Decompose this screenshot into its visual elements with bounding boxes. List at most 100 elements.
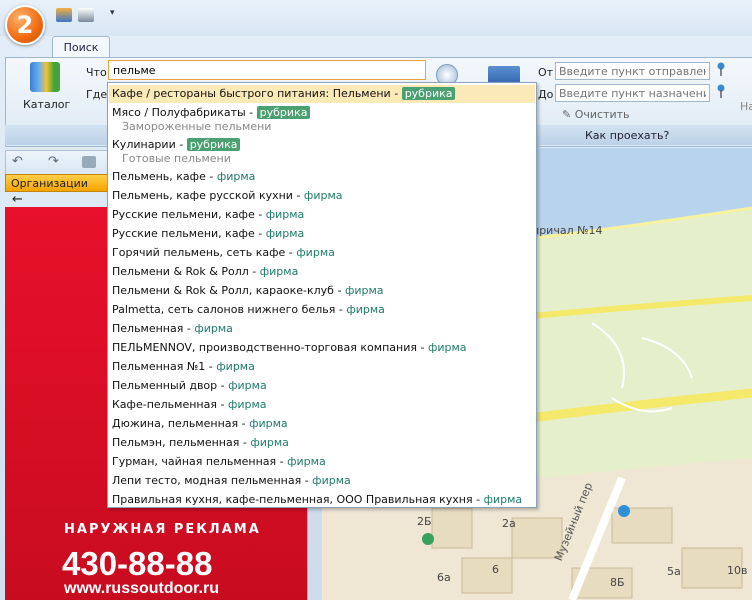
suggestion-subitem[interactable]: Замороженные пельмени xyxy=(122,120,271,134)
map-poi-icon[interactable] xyxy=(422,533,434,545)
suggestion-text: Лепи тесто, модная пельменная xyxy=(112,474,302,487)
suggestion-text: Пельмень, кафе русской кухни xyxy=(112,189,293,202)
suggestion-separator: - xyxy=(239,436,251,449)
tab-search[interactable]: Поиск xyxy=(52,36,110,59)
banner-heading: НАРУЖНАЯ РЕКЛАМА xyxy=(64,522,261,537)
suggestion-text: Правильная кухня, кафе-пельменная, ООО П… xyxy=(112,493,473,506)
suggestion-item[interactable]: Кафе-пельменная - фирма xyxy=(112,396,267,414)
to-label: До xyxy=(538,88,554,101)
suggestion-kind: фирма xyxy=(250,436,289,449)
print-icon[interactable] xyxy=(78,8,94,22)
suggestion-separator: - xyxy=(248,265,260,278)
organizations-tab[interactable]: Организации xyxy=(5,174,120,192)
suggestion-item[interactable]: Кафе / рестораны быстрого питания: Пельм… xyxy=(109,85,535,103)
forward-icon[interactable]: ↷ xyxy=(48,154,59,169)
suggestion-kind: фирма xyxy=(228,379,267,392)
banner-url: www.russoutdoor.ru xyxy=(64,580,219,597)
suggestion-item[interactable]: Дюжина, пельменная - фирма xyxy=(112,415,288,433)
suggestion-kind: фирма xyxy=(216,360,255,373)
suggestion-item[interactable]: Русские пельмени, кафе - фирма xyxy=(112,225,304,243)
map-label: 6 xyxy=(492,563,499,576)
clear-route-button[interactable]: ✎ Очистить xyxy=(562,108,630,121)
suggestion-item[interactable]: Пельмэн, пельменная - фирма xyxy=(112,434,289,452)
suggestion-text: Пельменный двор xyxy=(112,379,218,392)
pin-icon[interactable] xyxy=(716,62,726,76)
suggestion-item[interactable]: Пельмень, кафе - фирма xyxy=(112,168,255,186)
suggestion-kind: фирма xyxy=(346,303,385,316)
clear-route-label: Очистить xyxy=(574,108,630,121)
suggestion-dropdown: Кафе / рестораны быстрого питания: Пельм… xyxy=(107,82,537,508)
suggestion-text: Кафе / рестораны быстрого питания: Пельм… xyxy=(112,87,391,100)
suggestion-item[interactable]: Пельменный двор - фирма xyxy=(112,377,267,395)
search-what-input[interactable] xyxy=(108,60,426,80)
suggestion-subitem[interactable]: Готовые пельмени xyxy=(122,152,231,166)
suggestion-separator: - xyxy=(285,246,297,259)
suggestion-kind: фирма xyxy=(344,284,384,297)
suggestion-separator: - xyxy=(238,417,250,430)
pin-icon[interactable] xyxy=(716,84,726,98)
suggestion-separator: - xyxy=(333,284,345,297)
map-poi-icon[interactable] xyxy=(618,505,630,517)
what-label: Что xyxy=(86,66,107,79)
suggestion-item[interactable]: Пельмени & Rok & Ролл, караоке-клуб - фи… xyxy=(112,282,384,300)
clear-icon: ✎ xyxy=(562,108,575,121)
suggestion-text: Гурман, чайная пельменная xyxy=(112,455,277,468)
home-icon[interactable] xyxy=(56,8,72,22)
suggestion-text: Дюжина, пельменная xyxy=(112,417,239,430)
banner-phone: 430-88-88 xyxy=(62,545,213,582)
suggestion-separator: - xyxy=(335,303,347,316)
suggestion-item[interactable]: Правильная кухня, кафе-пельменная, ООО П… xyxy=(112,491,522,509)
suggestion-item[interactable]: ПЕЛЬМЕNNOV, производственно-торговая ком… xyxy=(112,339,467,357)
suggestion-kind: фирма xyxy=(483,493,523,506)
map-label: 6а xyxy=(437,571,451,584)
suggestion-kind: фирма xyxy=(227,398,267,411)
map-label: 5а xyxy=(667,565,681,578)
suggestion-text: Горячий пельмень, сеть кафе xyxy=(112,246,286,259)
qat-dropdown-icon[interactable]: ▾ xyxy=(110,8,115,18)
suggestion-separator: - xyxy=(416,341,428,354)
suggestion-kind: фирма xyxy=(265,208,305,221)
suggestion-kind: фирма xyxy=(194,322,233,335)
map-label: 8Б xyxy=(610,576,625,589)
suggestion-kind: фирма xyxy=(216,170,256,183)
suggestion-text: Пельмень, кафе xyxy=(112,170,206,183)
suggestion-kind: фирма xyxy=(303,189,343,202)
toolbar-icon[interactable] xyxy=(82,156,96,168)
route-to-input[interactable] xyxy=(555,84,710,102)
app-logo[interactable]: 2 xyxy=(5,5,45,45)
route-from-input[interactable] xyxy=(555,62,710,80)
suggestion-kind: рубрика xyxy=(401,87,456,100)
suggestion-item[interactable]: Пельмени & Rok & Ролл - фирма xyxy=(112,263,298,281)
suggestion-separator: - xyxy=(183,322,195,335)
suggestion-item[interactable]: Лепи тесто, модная пельменная - фирма xyxy=(112,472,351,490)
back-icon[interactable]: ↶ xyxy=(12,154,23,169)
catalog-button-label[interactable]: Каталог xyxy=(23,98,70,111)
suggestion-separator: - xyxy=(472,493,484,506)
suggestion-text: Русские пельмени, кафе xyxy=(112,208,255,221)
suggestion-separator: - xyxy=(276,455,288,468)
next-group-label: На xyxy=(740,100,752,113)
suggestion-text: Кулинарии xyxy=(112,138,176,151)
suggestion-item[interactable]: Горячий пельмень, сеть кафе - фирма xyxy=(112,244,335,262)
suggestion-item[interactable]: Русские пельмени, кафе - фирма xyxy=(112,206,304,224)
suggestion-separator: - xyxy=(254,208,266,221)
suggestion-separator: - xyxy=(245,106,257,119)
suggestion-text: Пельмэн, пельменная xyxy=(112,436,240,449)
suggestion-separator: - xyxy=(390,87,402,100)
how-to-get-label: Как проехать? xyxy=(585,129,670,142)
from-label: От xyxy=(538,66,554,79)
back-arrow-icon[interactable]: ← xyxy=(12,192,23,207)
suggestion-text: Пельменная xyxy=(112,322,184,335)
suggestion-kind: фирма xyxy=(427,341,467,354)
suggestion-separator: - xyxy=(301,474,313,487)
suggestion-item[interactable]: Palmetta, сеть салонов нижнего белья - ф… xyxy=(112,301,385,319)
suggestion-item[interactable]: Пельменная - фирма xyxy=(112,320,233,338)
suggestion-kind: фирма xyxy=(265,227,305,240)
suggestion-text: Пельмени & Rok & Ролл xyxy=(112,265,249,278)
suggestion-item[interactable]: Пельмень, кафе русской кухни - фирма xyxy=(112,187,343,205)
suggestion-text: Пельменная №1 xyxy=(112,360,206,373)
suggestion-kind: фирма xyxy=(259,265,299,278)
suggestion-item[interactable]: Пельменная №1 - фирма xyxy=(112,358,255,376)
suggestion-item[interactable]: Гурман, чайная пельменная - фирма xyxy=(112,453,326,471)
catalog-icon[interactable] xyxy=(30,62,60,92)
